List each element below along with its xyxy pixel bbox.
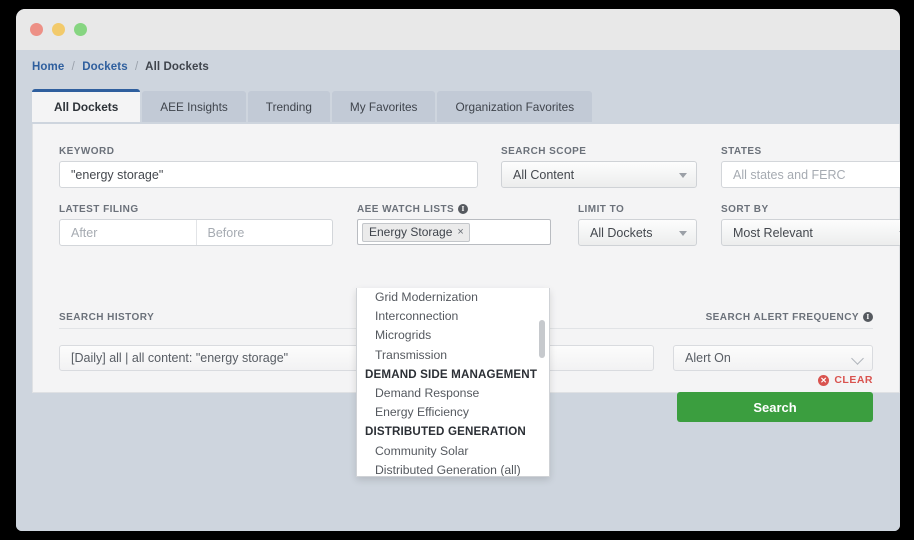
- clear-label: CLEAR: [834, 374, 873, 386]
- watch-list-tag-label: Energy Storage: [369, 224, 453, 239]
- dropdown-scrollbar-thumb[interactable]: [539, 320, 545, 358]
- dropdown-item[interactable]: Demand Response: [357, 384, 549, 403]
- latest-filing-label: LATEST FILING: [59, 204, 139, 215]
- search-alert-frequency-value: Alert On: [685, 351, 731, 365]
- info-icon[interactable]: i: [458, 204, 469, 214]
- dropdown-item[interactable]: Community Solar: [357, 442, 549, 461]
- search-alert-frequency-select[interactable]: Alert On: [673, 345, 873, 371]
- chevron-down-icon: [851, 352, 864, 365]
- watch-lists-dropdown[interactable]: Grid Modernization Interconnection Microgr…: [356, 288, 550, 477]
- search-history-label: SEARCH HISTORY: [59, 312, 155, 323]
- clear-button[interactable]: ✕ CLEAR: [818, 374, 873, 386]
- keyword-value: "energy storage": [71, 167, 164, 182]
- watch-lists-input[interactable]: Energy Storage ×: [357, 219, 551, 245]
- limit-to-select[interactable]: All Dockets: [578, 219, 697, 246]
- search-button[interactable]: Search: [677, 392, 873, 422]
- watch-list-tag-energy-storage[interactable]: Energy Storage ×: [362, 222, 470, 242]
- limit-to-value: All Dockets: [590, 225, 653, 240]
- dropdown-item[interactable]: Distributed Generation (all): [357, 461, 549, 476]
- tab-label: My Favorites: [349, 99, 418, 114]
- filing-before-input[interactable]: Before: [195, 220, 333, 245]
- dropdown-item[interactable]: Microgrids: [357, 326, 549, 345]
- dropdown-scrollbar-track[interactable]: [538, 290, 547, 474]
- search-alert-frequency-label-text: SEARCH ALERT FREQUENCY: [705, 312, 859, 323]
- keyword-label: KEYWORD: [59, 146, 115, 157]
- filing-after-placeholder: After: [71, 225, 98, 240]
- dropdown-group-header: DEMAND SIDE MANAGEMENT: [365, 367, 538, 381]
- tab-label: AEE Insights: [160, 99, 228, 114]
- filing-after-input[interactable]: After: [60, 220, 196, 245]
- states-label: STATES: [721, 146, 762, 157]
- watch-lists-label-text: AEE WATCH LISTS: [357, 204, 455, 215]
- states-placeholder: All states and FERC: [733, 167, 846, 182]
- circle-x-icon: ✕: [818, 374, 830, 386]
- search-scope-value: All Content: [513, 167, 575, 182]
- search-scope-label: SEARCH SCOPE: [501, 146, 587, 157]
- chevron-down-icon: [679, 230, 687, 236]
- dropdown-item[interactable]: Transmission: [357, 346, 549, 365]
- window-titlebar: [16, 9, 900, 50]
- dropdown-item[interactable]: Interconnection: [357, 307, 549, 326]
- tab-label: All Dockets: [54, 100, 119, 114]
- watch-lists-label: AEE WATCH LISTS i: [357, 204, 469, 215]
- keyword-input[interactable]: "energy storage": [59, 161, 478, 188]
- filing-before-placeholder: Before: [207, 225, 245, 240]
- minimize-window-button[interactable]: [52, 23, 65, 36]
- dropdown-item[interactable]: Energy Efficiency: [357, 403, 549, 422]
- chevron-down-icon: [899, 230, 900, 236]
- browser-window: Home / Dockets / All Dockets All Dockets…: [16, 9, 900, 531]
- search-scope-select[interactable]: All Content: [501, 161, 697, 188]
- chevron-down-icon: [679, 172, 687, 178]
- breadcrumb: Home / Dockets / All Dockets: [32, 61, 209, 73]
- page-content: Home / Dockets / All Dockets All Dockets…: [16, 50, 900, 531]
- close-window-button[interactable]: [30, 23, 43, 36]
- tab-organization-favorites[interactable]: Organization Favorites: [437, 91, 593, 122]
- breadcrumb-item-home[interactable]: Home: [32, 61, 64, 73]
- states-input[interactable]: All states and FERC: [721, 161, 900, 188]
- dropdown-group-header: DISTRIBUTED GENERATION: [365, 425, 526, 439]
- latest-filing-range: After Before: [59, 219, 333, 246]
- sort-by-value: Most Relevant: [733, 225, 813, 240]
- tab-label: Organization Favorites: [455, 99, 575, 114]
- search-alert-frequency-label: SEARCH ALERT FREQUENCY i: [706, 312, 873, 323]
- search-history-value: [Daily] all | all content: "energy stora…: [71, 351, 289, 365]
- zoom-window-button[interactable]: [74, 23, 87, 36]
- tab-my-favorites[interactable]: My Favorites: [331, 91, 436, 122]
- sort-by-label: SORT BY: [721, 204, 769, 215]
- watch-lists-dropdown-list: Grid Modernization Interconnection Microgr…: [357, 288, 549, 476]
- remove-tag-icon[interactable]: ×: [457, 226, 463, 238]
- breadcrumb-separator: /: [135, 61, 139, 73]
- tab-trending[interactable]: Trending: [247, 91, 330, 122]
- tab-bar: All Dockets AEE Insights Trending My Fav…: [32, 89, 594, 122]
- info-icon[interactable]: i: [863, 312, 873, 322]
- tab-all-dockets[interactable]: All Dockets: [32, 89, 141, 122]
- dropdown-item[interactable]: Grid Modernization: [357, 288, 549, 307]
- tab-label: Trending: [265, 99, 312, 114]
- limit-to-label: LIMIT TO: [578, 204, 625, 215]
- breadcrumb-separator: /: [71, 61, 75, 73]
- breadcrumb-item-all-dockets: All Dockets: [145, 61, 209, 73]
- sort-by-select[interactable]: Most Relevant: [721, 219, 900, 246]
- tab-aee-insights[interactable]: AEE Insights: [142, 91, 246, 122]
- breadcrumb-item-dockets[interactable]: Dockets: [82, 61, 127, 73]
